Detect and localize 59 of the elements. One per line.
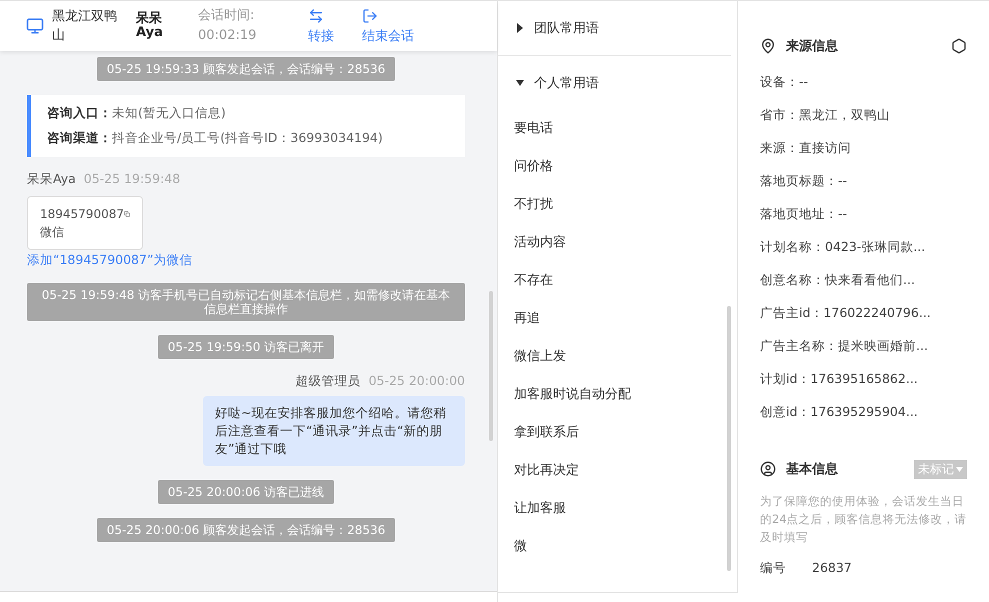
message-time: 05-25 19:59:48 <box>84 171 180 188</box>
phrase-item[interactable]: 要电话 <box>498 110 737 148</box>
sender-name: 呆呆Aya <box>27 171 76 188</box>
user-icon <box>760 461 776 477</box>
info-line: 咨询入口：未知(暂无入口信息) <box>47 105 227 122</box>
system-notice: 05-25 19:59:50 访客已离开 <box>158 335 334 359</box>
session-time: 会话时间: 00:02:19 <box>198 7 258 45</box>
scrollbar[interactable] <box>727 306 731 571</box>
phrase-group-header[interactable]: 团队常用语 <box>498 1 731 56</box>
caret-down-icon <box>956 466 963 472</box>
section-title: 来源信息 <box>786 38 838 55</box>
field-value: 26837 <box>812 560 852 577</box>
message-time: 05-25 20:00:00 <box>368 373 465 390</box>
info-line: 咨询渠道：抖音企业号/员工号(抖音号ID：36993034194) <box>47 130 384 147</box>
monitor-icon <box>26 17 44 35</box>
phrase-item[interactable]: 不打扰 <box>498 186 737 224</box>
source-field: 来源：直接访问 <box>760 131 967 164</box>
source-field: 计划id：176395165862... <box>760 362 967 395</box>
field-label: 编号 <box>760 560 786 577</box>
source-field: 创意id：176395295904... <box>760 395 967 428</box>
transfer-icon <box>308 8 324 24</box>
phrase-item[interactable]: 问价格 <box>498 148 737 186</box>
phrase-item[interactable]: 微 <box>498 528 737 566</box>
source-field: 省市：黑龙江，双鸭山 <box>760 98 967 131</box>
exit-icon <box>362 8 378 24</box>
system-notice: 05-25 19:59:33 顾客发起会话，会话编号：28536 <box>96 57 396 81</box>
phrase-group-header[interactable]: 个人常用语 <box>498 56 731 110</box>
phrase-item[interactable]: 不存在 <box>498 262 737 300</box>
transfer-button[interactable]: 转接 <box>308 8 334 44</box>
copy-icon[interactable] <box>124 208 130 220</box>
system-notice: 05-25 20:00:06 顾客发起会话，会话编号：28536 <box>96 518 396 542</box>
section-title: 基本信息 <box>786 461 838 478</box>
visitor-location: 黑龙江双鸭山 <box>52 8 118 45</box>
system-notice: 05-25 19:59:48 访客手机号已自动标记右侧基本信息栏，如需修改请在基本信息栏直接操作 <box>27 283 465 321</box>
system-notice: 05-25 20:00:06 访客已进线 <box>158 480 334 504</box>
source-field: 落地页地址：-- <box>760 197 967 230</box>
end-session-button[interactable]: 结束会话 <box>362 8 414 44</box>
source-field: 落地页标题：-- <box>760 164 967 197</box>
phrase-item[interactable]: 加客服时说自动分配 <box>498 376 737 414</box>
phrase-item[interactable]: 对比再决定 <box>498 452 737 490</box>
source-field: 计划名称：0423-张琳同款... <box>760 230 967 263</box>
source-field: 广告主id：176022240796... <box>760 296 967 329</box>
notice-text: 为了保障您的使用体验，会话发生当日的24点之后，顾客信息将无法修改，请及时填写 <box>760 493 967 546</box>
sender-name: 超级管理员 <box>296 373 361 390</box>
visitor-name: 呆呆 Aya <box>136 12 164 40</box>
source-field: 广告主名称：提米映画婚前... <box>760 329 967 362</box>
phrase-item[interactable]: 活动内容 <box>498 224 737 262</box>
input-area[interactable] <box>0 591 497 602</box>
phrase-item[interactable]: 让加客服 <box>498 490 737 528</box>
phrase-item[interactable]: 拿到联系后 <box>498 414 737 452</box>
source-field: 创意名称：快来看看他们... <box>760 263 967 296</box>
phrase-item[interactable]: 微信上发 <box>498 338 737 376</box>
phone-number: 18945790087 <box>40 206 124 223</box>
location-pin-icon <box>760 38 776 54</box>
scrollbar[interactable] <box>489 291 493 441</box>
contact-type: 微信 <box>40 225 64 239</box>
phrase-item[interactable]: 再追 <box>498 300 737 338</box>
message-bubble: 好哒~现在安排客服加您个绍哈。请您稍后注意查看一下“通讯录”并点击“新的朋友”通过下哦 <box>203 396 465 466</box>
source-field: 设备：-- <box>760 65 967 98</box>
